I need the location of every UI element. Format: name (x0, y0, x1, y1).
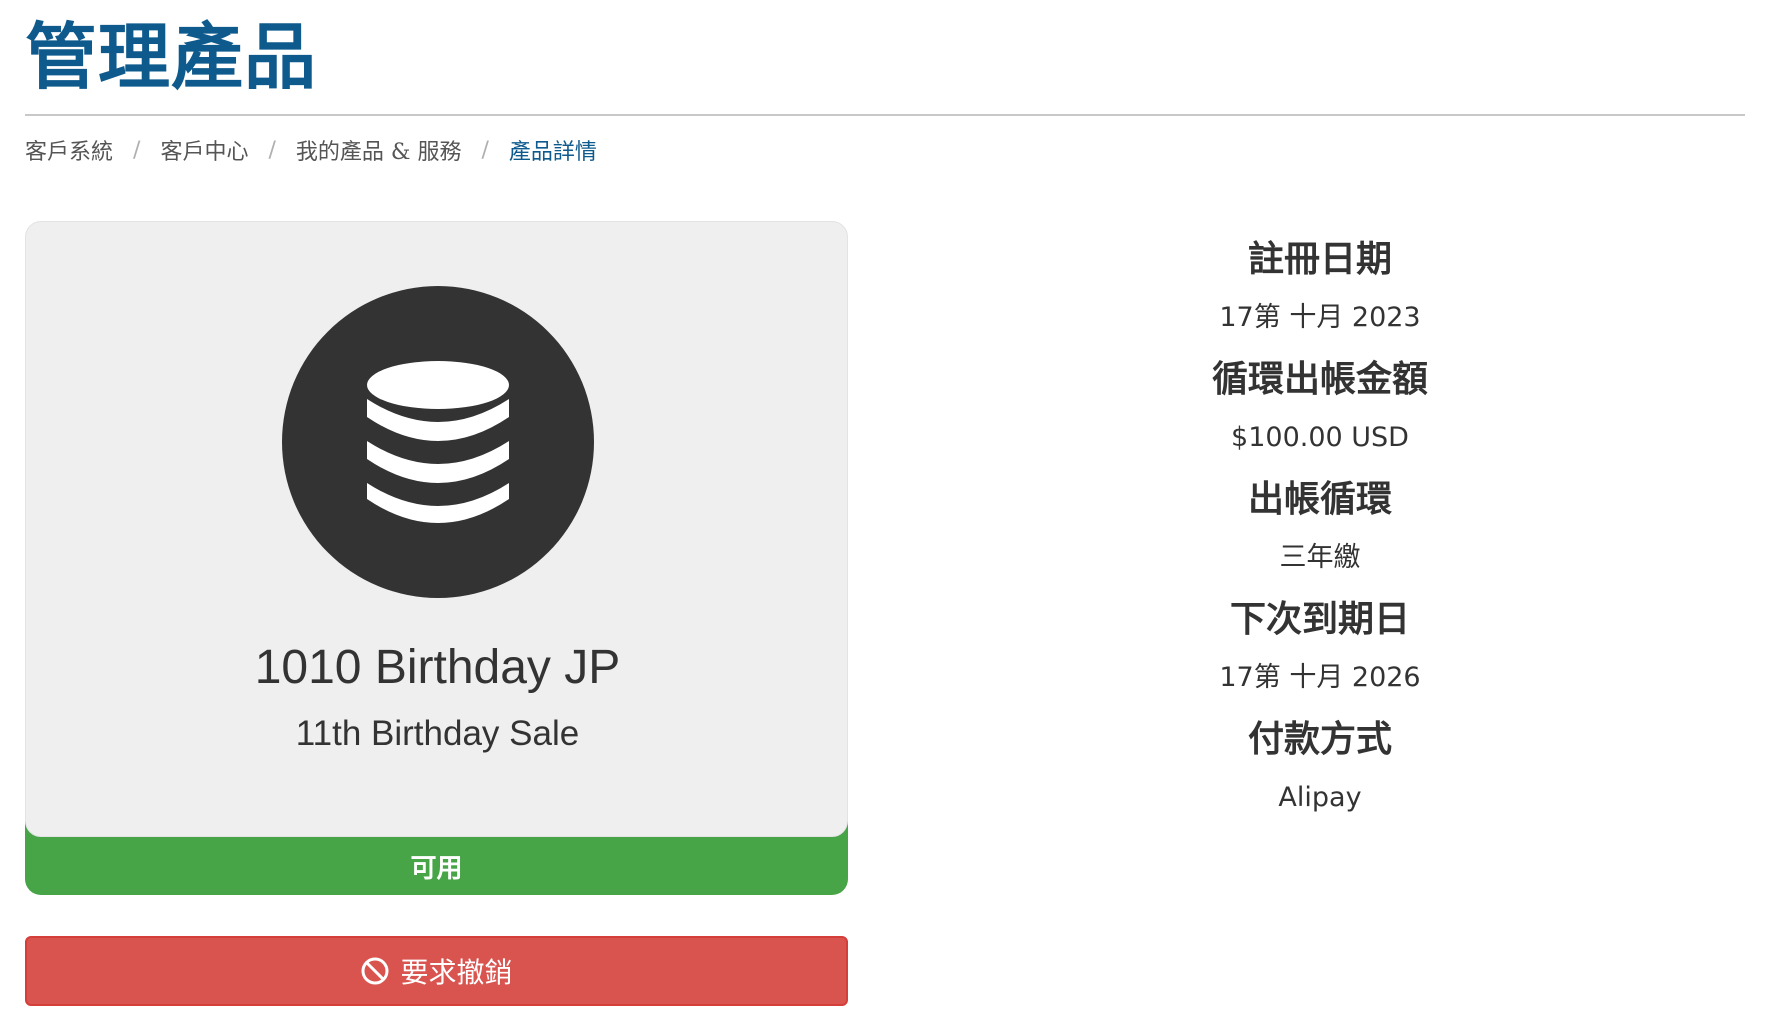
breadcrumb-client-center[interactable]: 客戶中心 (160, 134, 248, 166)
page-title: 管理產品 (25, 15, 318, 99)
recurring-amount-label: 循環出帳金額 (1211, 359, 1428, 400)
product-name: 1010 Birthday JP (254, 641, 621, 694)
breadcrumb-separator: / (268, 137, 276, 163)
breadcrumb-separator: / (481, 137, 489, 163)
payment-method-value: Alipay (1278, 782, 1362, 813)
ban-icon (360, 956, 390, 986)
breadcrumb-separator: / (133, 137, 141, 163)
billing-cycle-label: 出帳循環 (1247, 479, 1392, 520)
database-icon (367, 361, 509, 523)
next-due-date-label: 下次到期日 (1229, 599, 1410, 640)
breadcrumb-my-services[interactable]: 我的產品 & 服務 (296, 134, 462, 166)
breadcrumb-client-area[interactable]: 客戶系統 (25, 134, 113, 166)
product-group: 11th Birthday Sale (295, 714, 580, 753)
billing-cycle-value: 三年繳 (1279, 542, 1361, 573)
payment-method-label: 付款方式 (1247, 719, 1392, 760)
recurring-amount-value: $100.00 USD (1231, 422, 1409, 453)
registration-date-label: 註冊日期 (1247, 239, 1392, 280)
product-card-panel: 1010 Birthday JP 11th Birthday Sale (25, 221, 848, 837)
product-details-page: 管理產品 客戶系統 / 客戶中心 / 我的產品 & 服務 / 產品詳情 1010… (0, 0, 1786, 1020)
registration-date-value: 17第 十月 2023 (1219, 302, 1421, 333)
breadcrumb: 客戶系統 / 客戶中心 / 我的產品 & 服務 / 產品詳情 (25, 134, 597, 166)
next-due-date-value: 17第 十月 2026 (1219, 662, 1421, 693)
request-cancellation-button[interactable]: 要求撤銷 (25, 936, 848, 1006)
title-divider (25, 114, 1745, 116)
request-cancellation-label: 要求撤銷 (400, 957, 513, 988)
status-label: 可用 (410, 854, 463, 884)
product-icon-circle (282, 286, 594, 598)
breadcrumb-product-details: 產品詳情 (508, 140, 597, 165)
product-details-list: 註冊日期 17第 十月 2023 循環出帳金額 $100.00 USD 出帳循環… (1060, 228, 1580, 828)
product-card: 1010 Birthday JP 11th Birthday Sale 可用 (25, 221, 848, 895)
